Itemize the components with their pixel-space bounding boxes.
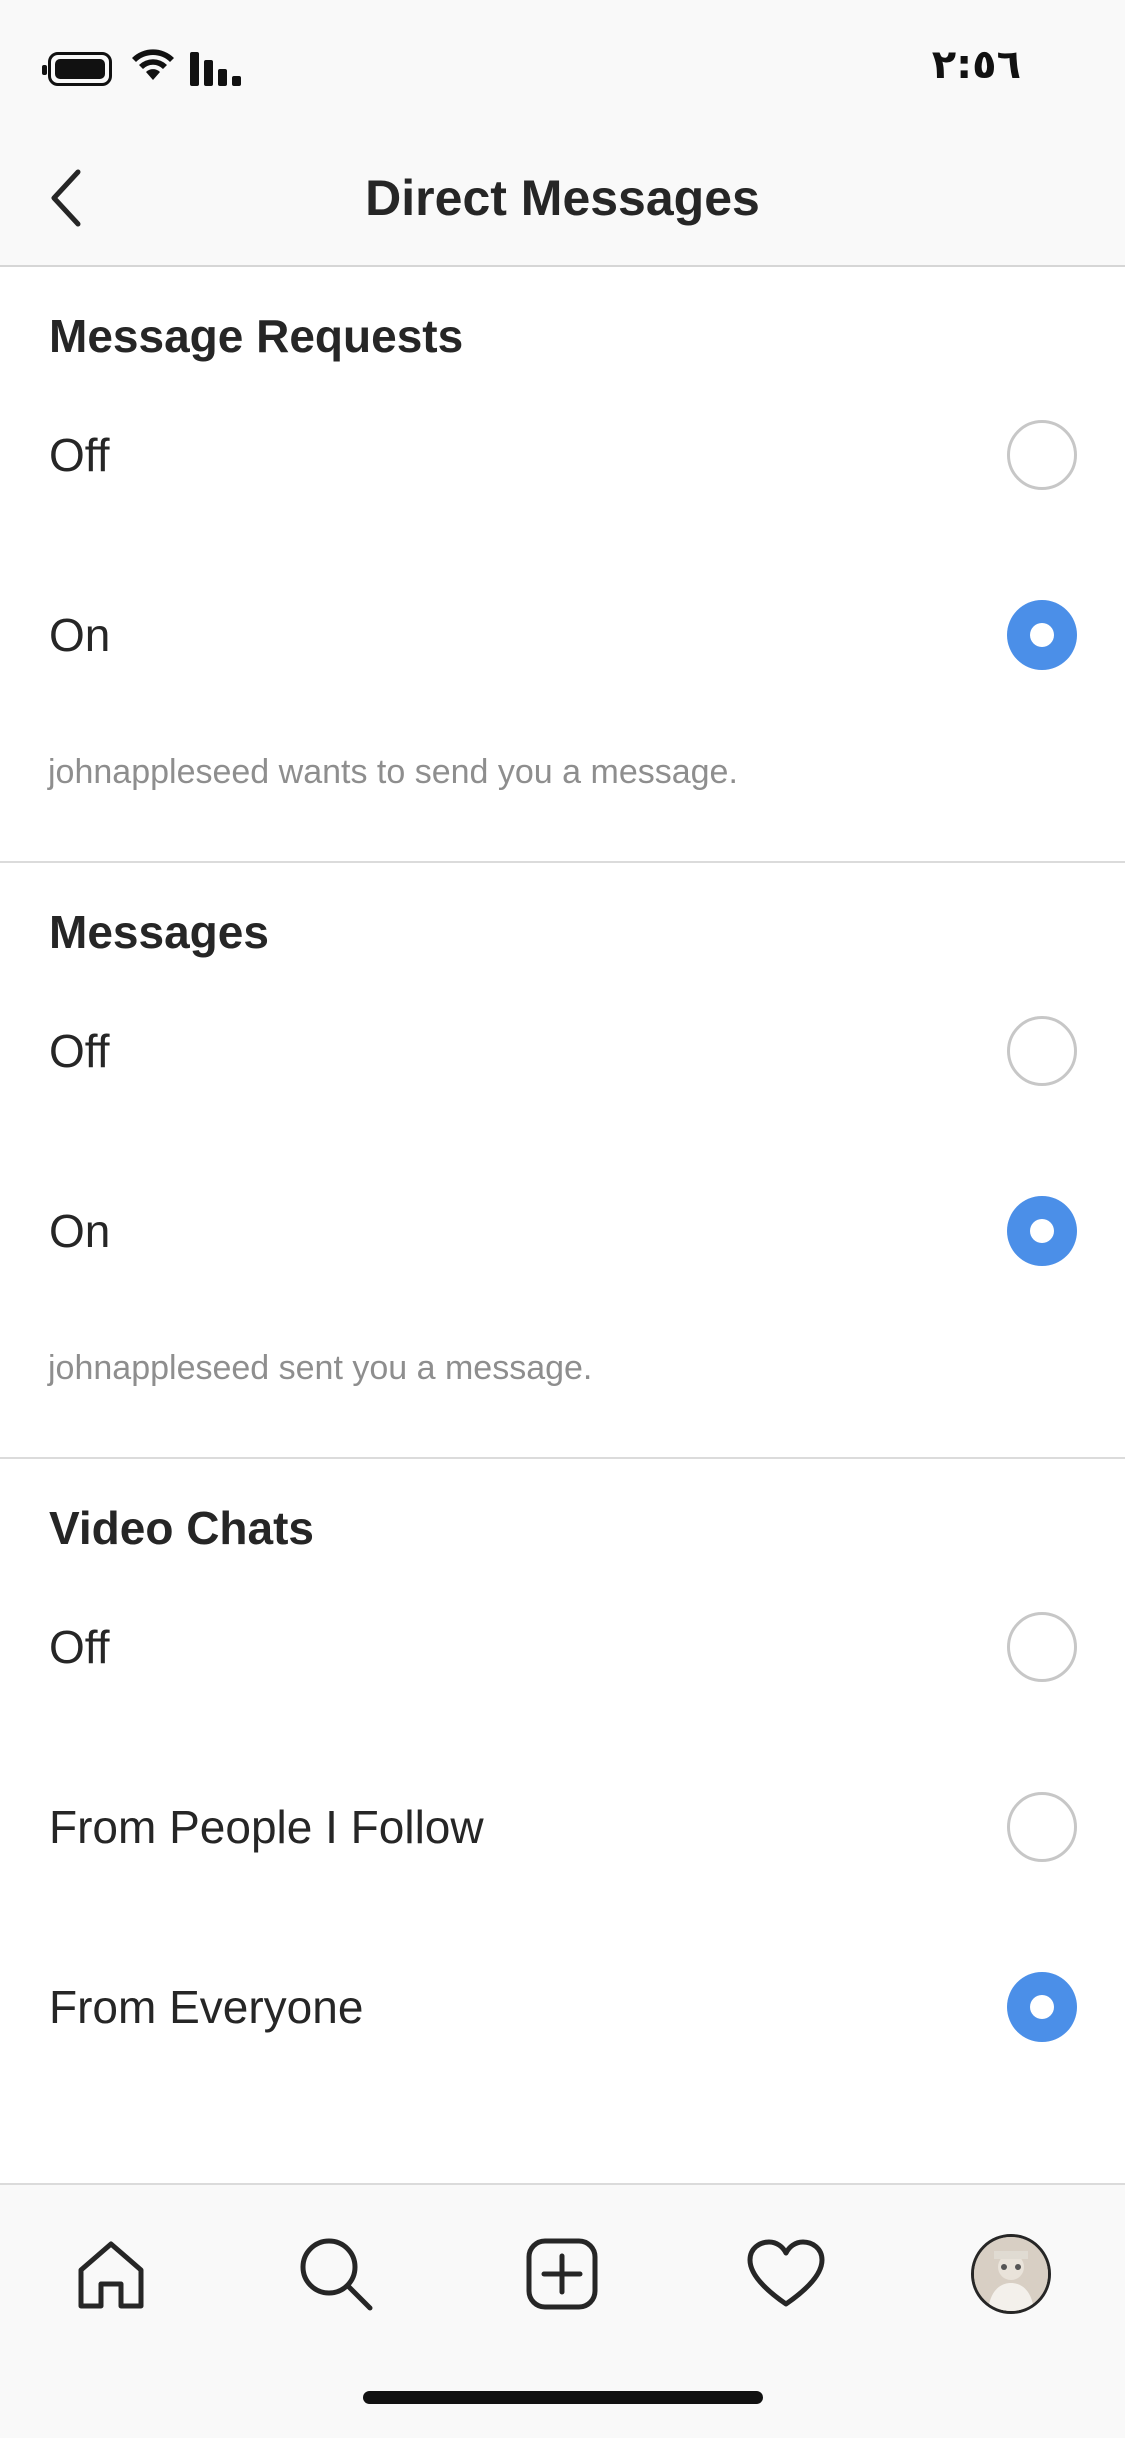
option-label: On: [49, 1205, 111, 1257]
section-video-chats: Video Chats Off From People I Follow Fro…: [0, 1459, 1125, 2097]
home-indicator: [363, 2391, 763, 2404]
option-label: From People I Follow: [49, 1801, 484, 1853]
radio-button-unselected[interactable]: [1007, 1792, 1077, 1862]
section-messages: Messages Off On johnappleseed sent you a…: [0, 863, 1125, 1459]
option-label: Off: [49, 429, 110, 481]
option-label: From Everyone: [49, 1981, 364, 2033]
radio-button-unselected[interactable]: [1007, 1016, 1077, 1086]
navigation-bar: Direct Messages: [0, 135, 1125, 267]
wifi-icon: [132, 49, 174, 80]
cellular-signal-icon: [190, 52, 241, 86]
option-messages-on[interactable]: On: [0, 1141, 1125, 1321]
option-label: Off: [49, 1025, 110, 1077]
settings-content: Message Requests Off On johnappleseed wa…: [0, 267, 1125, 2097]
section-message-requests: Message Requests Off On johnappleseed wa…: [0, 267, 1125, 863]
option-video-chats-people-i-follow[interactable]: From People I Follow: [0, 1737, 1125, 1917]
new-post-icon: [526, 2238, 598, 2310]
home-icon: [78, 2241, 144, 2309]
heart-icon: [747, 2239, 825, 2307]
option-message-requests-off[interactable]: Off: [0, 365, 1125, 545]
section-title: Message Requests: [49, 310, 464, 362]
option-video-chats-everyone[interactable]: From Everyone: [0, 1917, 1125, 2097]
section-title: Messages: [49, 906, 269, 958]
search-icon: [300, 2238, 373, 2311]
radio-button-selected[interactable]: [1007, 1196, 1077, 1266]
section-title: Video Chats: [49, 1502, 314, 1554]
status-time: ٢:٥٦: [931, 42, 1021, 88]
page-title: Direct Messages: [365, 170, 760, 226]
status-bar: ٢:٥٦: [0, 0, 1125, 135]
radio-button-selected[interactable]: [1007, 1972, 1077, 2042]
section-caption: johnappleseed wants to send you a messag…: [48, 753, 738, 791]
option-message-requests-on[interactable]: On: [0, 545, 1125, 725]
tab-profile[interactable]: [966, 2229, 1056, 2319]
radio-button-selected[interactable]: [1007, 600, 1077, 670]
tab-search[interactable]: [291, 2229, 381, 2319]
section-caption: johnappleseed sent you a message.: [48, 1349, 593, 1387]
profile-photo-icon: [974, 2237, 1048, 2311]
tab-new-post[interactable]: [517, 2229, 607, 2319]
tab-activity[interactable]: [741, 2229, 831, 2319]
avatar: [971, 2234, 1051, 2314]
radio-button-unselected[interactable]: [1007, 1612, 1077, 1682]
radio-button-unselected[interactable]: [1007, 420, 1077, 490]
option-messages-off[interactable]: Off: [0, 961, 1125, 1141]
option-video-chats-off[interactable]: Off: [0, 1557, 1125, 1737]
option-label: Off: [49, 1621, 110, 1673]
battery-icon: [42, 52, 112, 86]
tab-home[interactable]: [66, 2229, 156, 2319]
option-label: On: [49, 609, 111, 661]
